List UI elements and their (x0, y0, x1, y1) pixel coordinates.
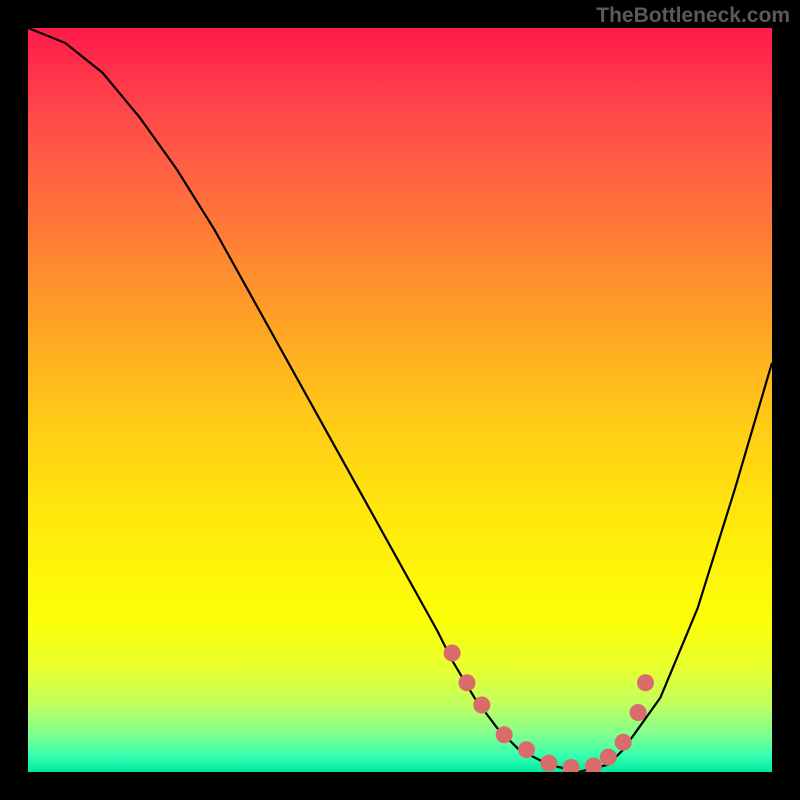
watermark-text: TheBottleneck.com (596, 4, 790, 28)
chart-marker-dot (600, 749, 617, 766)
chart-curve (28, 28, 772, 772)
chart-markers (444, 645, 654, 773)
chart-marker-dot (473, 697, 490, 714)
chart-plot-area (28, 28, 772, 772)
chart-marker-dot (630, 704, 647, 721)
chart-marker-dot (637, 674, 654, 691)
chart-svg (28, 28, 772, 772)
chart-marker-dot (540, 755, 557, 772)
chart-marker-dot (459, 674, 476, 691)
chart-marker-dot (518, 741, 535, 758)
chart-marker-dot (585, 758, 602, 773)
chart-marker-dot (615, 734, 632, 751)
chart-marker-dot (444, 645, 461, 662)
chart-marker-dot (563, 759, 580, 772)
chart-marker-dot (496, 726, 513, 743)
